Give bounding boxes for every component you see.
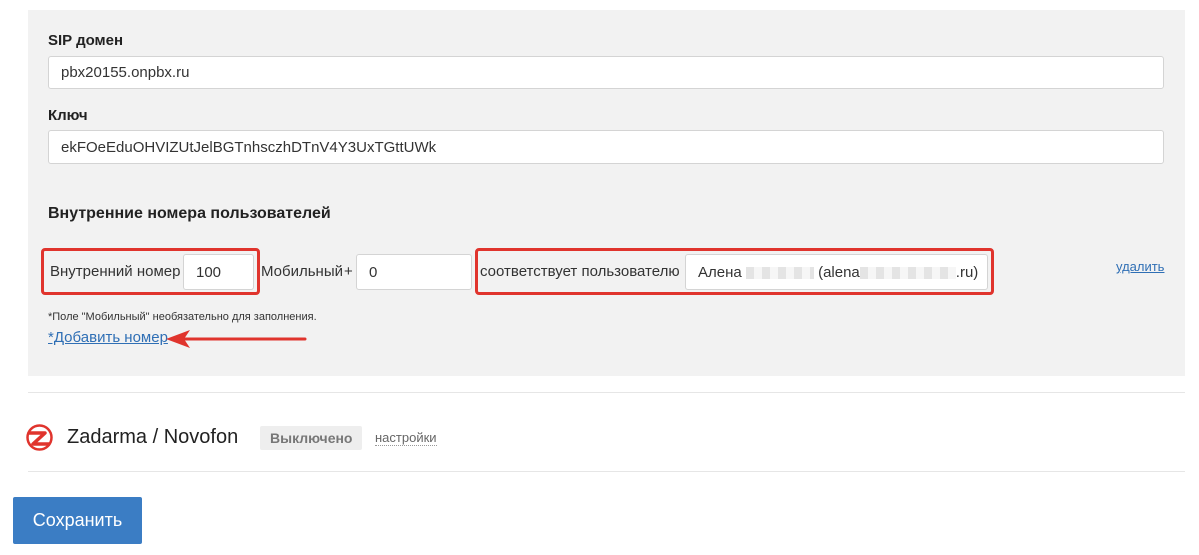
mobile-optional-note: *Поле "Мобильный" необязательно для запо…	[48, 311, 317, 323]
sip-domain-label: SIP домен	[48, 32, 124, 49]
mobile-label: Мобильный	[261, 263, 343, 280]
status-badge: Выключено	[260, 426, 363, 450]
divider-top	[28, 392, 1185, 393]
highlight-user-mapping	[475, 248, 994, 295]
sip-domain-input[interactable]	[48, 56, 1164, 89]
divider-bottom	[28, 471, 1185, 472]
red-arrow-icon	[166, 330, 307, 348]
zadarma-logo-icon	[26, 424, 53, 451]
save-button[interactable]: Сохранить	[13, 497, 142, 544]
provider-name: Zadarma / Novofon	[67, 426, 239, 448]
provider-settings-link[interactable]: настройки	[375, 430, 437, 446]
add-number-link[interactable]: *Добавить номер	[48, 329, 168, 346]
key-label: Ключ	[48, 107, 88, 124]
key-input[interactable]	[48, 130, 1164, 164]
delete-link[interactable]: удалить	[1116, 259, 1164, 274]
highlight-internal-number	[41, 248, 260, 295]
mobile-plus-sign: +	[344, 263, 353, 280]
mobile-input[interactable]	[356, 254, 472, 290]
internal-numbers-title: Внутренние номера пользователей	[48, 205, 331, 222]
